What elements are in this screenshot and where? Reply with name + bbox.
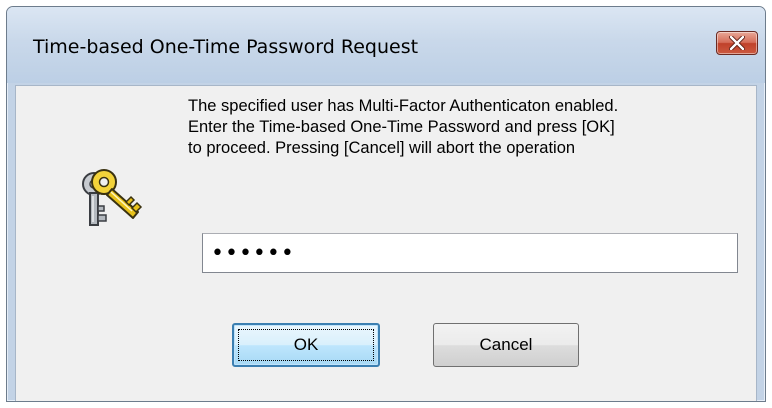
message-text: The specified user has Multi-Factor Auth…	[188, 96, 758, 159]
message-line: The specified user has Multi-Factor Auth…	[188, 97, 619, 115]
close-button[interactable]	[716, 31, 758, 55]
dialog-body: The specified user has Multi-Factor Auth…	[15, 85, 757, 401]
otp-password-input[interactable]	[202, 233, 738, 273]
message-line: to proceed. Pressing [Cancel] will abort…	[188, 139, 576, 157]
title-bar[interactable]: Time-based One-Time Password Request	[7, 7, 765, 83]
keys-icon	[82, 169, 143, 226]
focus-rectangle	[238, 329, 374, 361]
message-line: Enter the Time-based One-Time Password a…	[188, 118, 615, 136]
window-title: Time-based One-Time Password Request	[33, 36, 419, 58]
cancel-button[interactable]: Cancel	[433, 323, 579, 367]
dialog-window: Time-based One-Time Password Request The…	[6, 6, 766, 402]
ok-button[interactable]: OK	[232, 323, 380, 367]
close-icon	[729, 36, 745, 50]
cancel-button-label: Cancel	[479, 335, 533, 354]
